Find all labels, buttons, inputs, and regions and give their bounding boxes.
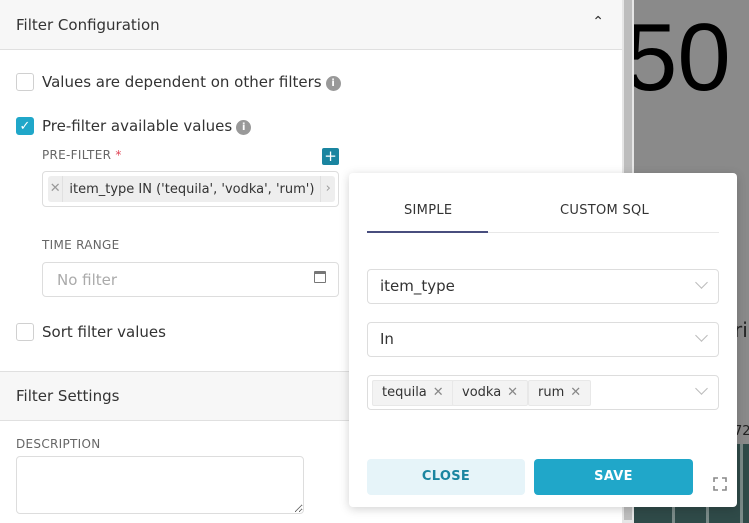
operator-value: In [380, 330, 394, 348]
adhoc-filter-popover: SIMPLE CUSTOM SQL item_type In tequila ✕ … [349, 173, 737, 507]
info-icon[interactable]: i [236, 120, 252, 135]
fullscreen-icon[interactable] [713, 477, 727, 491]
value-tag: tequila ✕ [372, 380, 454, 406]
value-tag: vodka ✕ [452, 380, 529, 406]
column-select[interactable]: item_type [367, 269, 719, 304]
chevron-down-icon [695, 382, 708, 395]
description-label: DESCRIPTION [16, 437, 101, 451]
operator-select[interactable]: In [367, 322, 719, 357]
remove-tag-icon[interactable]: ✕ [507, 385, 518, 400]
info-icon[interactable]: i [325, 76, 341, 91]
time-range-label: TIME RANGE [42, 238, 120, 252]
dependent-checkbox[interactable] [16, 73, 34, 91]
prefilter-pill[interactable]: ✕ item_type IN ('tequila', 'vodka', 'rum… [48, 176, 335, 202]
filter-configuration-header[interactable]: Filter Configuration ⌃ [0, 0, 622, 50]
check-icon: ✓ [19, 119, 31, 134]
prefilter-input[interactable]: ✕ item_type IN ('tequila', 'vodka', 'rum… [42, 171, 339, 207]
dependent-label: Values are dependent on other filters i [42, 73, 341, 91]
value-tag: rum ✕ [528, 380, 592, 406]
close-button[interactable]: CLOSE [367, 459, 525, 495]
prefilter-value: item_type IN ('tequila', 'vodka', 'rum') [69, 181, 315, 197]
sort-label: Sort filter values [42, 323, 166, 341]
chevron-down-icon [695, 276, 708, 289]
prefilter-checkbox[interactable]: ✓ [16, 117, 34, 135]
values-select[interactable]: tequila ✕ vodka ✕ rum ✕ [367, 375, 719, 410]
section-title: Filter Configuration [16, 15, 160, 34]
sort-checkbox[interactable] [16, 323, 34, 341]
grid-line [740, 444, 743, 523]
remove-icon[interactable]: ✕ [48, 176, 64, 202]
chevron-right-icon[interactable]: › [320, 176, 335, 202]
chevron-up-icon[interactable]: ⌃ [592, 14, 604, 30]
time-range-placeholder: No filter [57, 271, 118, 289]
tab-simple[interactable]: SIMPLE [404, 203, 452, 218]
description-input[interactable] [16, 456, 304, 514]
prefilter-label: Pre-filter available values i [42, 117, 252, 135]
tab-custom-sql[interactable]: CUSTOM SQL [560, 203, 649, 218]
prefilter-field-label: PRE-FILTER * [42, 148, 122, 162]
save-button[interactable]: SAVE [534, 459, 693, 495]
column-value: item_type [380, 277, 455, 295]
add-prefilter-button[interactable]: + [322, 148, 339, 165]
active-tab-indicator [367, 231, 488, 233]
calendar-icon [314, 271, 326, 283]
time-range-input[interactable]: No filter [42, 262, 339, 297]
chevron-down-icon [695, 329, 708, 342]
remove-tag-icon[interactable]: ✕ [570, 385, 581, 400]
section-title: Filter Settings [16, 387, 120, 405]
remove-tag-icon[interactable]: ✕ [433, 385, 444, 400]
big-number: 50 [634, 4, 731, 111]
